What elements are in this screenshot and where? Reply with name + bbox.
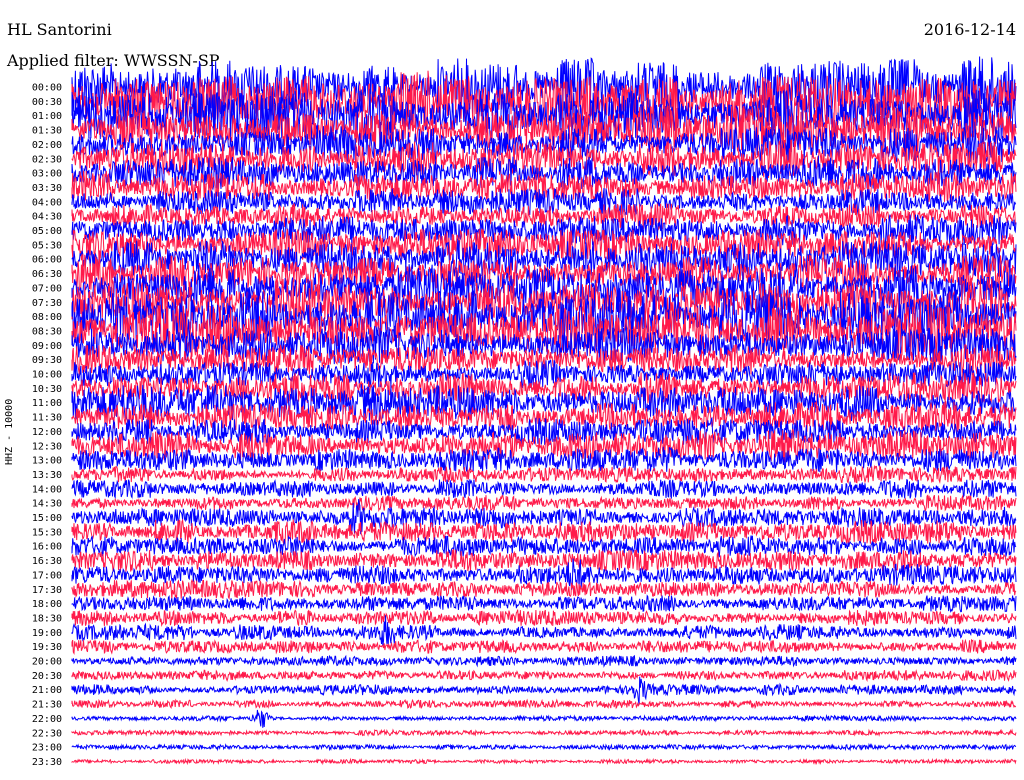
row-label-1800: 18:00 bbox=[32, 599, 62, 610]
row-label-1430: 14:30 bbox=[32, 499, 62, 510]
row-label-1930: 19:30 bbox=[32, 642, 62, 653]
row-label-2000: 20:00 bbox=[32, 657, 62, 668]
trace-1930 bbox=[71, 638, 1017, 655]
row-label-1130: 11:30 bbox=[32, 413, 62, 424]
row-label-2330: 23:30 bbox=[32, 757, 62, 768]
trace-1830 bbox=[71, 609, 1017, 628]
row-label-0500: 05:00 bbox=[32, 226, 62, 237]
row-label-1230: 12:30 bbox=[32, 441, 62, 452]
row-label-1200: 12:00 bbox=[32, 427, 62, 438]
row-label-0330: 03:30 bbox=[32, 183, 62, 194]
row-label-0630: 06:30 bbox=[32, 269, 62, 280]
row-label-2100: 21:00 bbox=[32, 685, 62, 696]
row-label-0130: 01:30 bbox=[32, 126, 62, 137]
row-label-0000: 00:00 bbox=[32, 83, 62, 94]
seismogram-plot: 00:00 00:30 01:00 01:30 02:00 02:30 03:00 03:30… bbox=[32, 56, 1017, 768]
trace-1800 bbox=[71, 594, 1017, 614]
row-label-1700: 17:00 bbox=[32, 570, 62, 581]
row-label-0830: 08:30 bbox=[32, 326, 62, 337]
row-label-1000: 10:00 bbox=[32, 370, 62, 381]
row-label-0600: 06:00 bbox=[32, 255, 62, 266]
row-label-0400: 04:00 bbox=[32, 197, 62, 208]
trace-1730 bbox=[71, 578, 1017, 600]
row-label-0930: 09:30 bbox=[32, 355, 62, 366]
row-label-1630: 16:30 bbox=[32, 556, 62, 567]
trace-1530 bbox=[71, 518, 1017, 546]
row-label-2200: 22:00 bbox=[32, 714, 62, 725]
row-label-0200: 02:00 bbox=[32, 140, 62, 151]
row-label-1030: 10:30 bbox=[32, 384, 62, 395]
row-label-0230: 02:30 bbox=[32, 154, 62, 165]
row-label-1300: 13:00 bbox=[32, 456, 62, 467]
trace-2300 bbox=[71, 742, 1017, 752]
row-label-2030: 20:30 bbox=[32, 671, 62, 682]
row-label-1330: 13:30 bbox=[32, 470, 62, 481]
trace-2230 bbox=[71, 728, 1017, 737]
row-label-0030: 00:30 bbox=[32, 97, 62, 108]
row-label-0800: 08:00 bbox=[32, 312, 62, 323]
row-label-0100: 01:00 bbox=[32, 111, 62, 122]
trace-2030 bbox=[71, 669, 1017, 683]
trace-2130 bbox=[71, 698, 1017, 710]
row-label-1400: 14:00 bbox=[32, 484, 62, 495]
trace-1400 bbox=[71, 479, 1017, 500]
row-label-1100: 11:00 bbox=[32, 398, 62, 409]
trace-2100 bbox=[71, 676, 1017, 705]
row-label-1500: 15:00 bbox=[32, 513, 62, 524]
row-label-0730: 07:30 bbox=[32, 298, 62, 309]
row-label-0530: 05:30 bbox=[32, 240, 62, 251]
row-label-2130: 21:30 bbox=[32, 700, 62, 711]
trace-2200 bbox=[71, 709, 1017, 728]
row-label-1600: 16:00 bbox=[32, 542, 62, 553]
row-label-1530: 15:30 bbox=[32, 527, 62, 538]
trace-2000 bbox=[71, 654, 1017, 668]
row-label-0430: 04:30 bbox=[32, 212, 62, 223]
row-label-0900: 09:00 bbox=[32, 341, 62, 352]
row-label-1900: 19:00 bbox=[32, 628, 62, 639]
row-label-0700: 07:00 bbox=[32, 283, 62, 294]
trace-1330 bbox=[71, 464, 1017, 485]
trace-2330 bbox=[71, 757, 1017, 766]
row-label-1730: 17:30 bbox=[32, 585, 62, 596]
row-label-2300: 23:00 bbox=[32, 743, 62, 754]
row-label-0300: 03:00 bbox=[32, 169, 62, 180]
row-label-2230: 22:30 bbox=[32, 728, 62, 739]
row-label-1830: 18:30 bbox=[32, 613, 62, 624]
